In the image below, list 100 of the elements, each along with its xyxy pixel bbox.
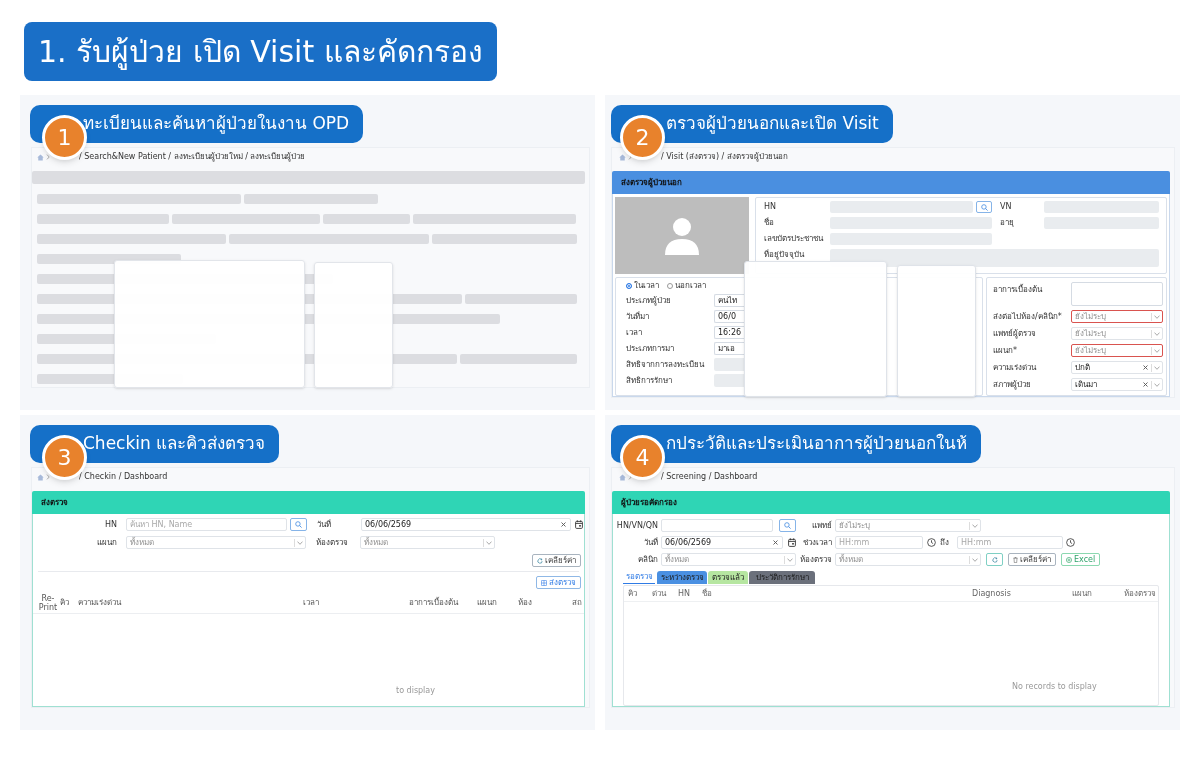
input-field[interactable]: ค้นหา HN, Name xyxy=(126,518,287,531)
chevron-icon xyxy=(46,474,50,480)
card-title: ส่งตรวจ xyxy=(41,497,68,508)
field-label: ประเภทผู้ป่วย xyxy=(626,295,672,306)
field-label: สิทธิการรักษา xyxy=(626,375,673,386)
page-title: 1. รับผู้ป่วย เปิด Visit และคัดกรอง xyxy=(24,22,497,81)
clear-icon xyxy=(1143,365,1148,370)
field-label: อายุ xyxy=(1000,218,1015,228)
clear-icon xyxy=(1143,382,1148,387)
empty-message: to display xyxy=(396,686,435,696)
refresh-icon xyxy=(991,556,998,563)
empty-message: No records to display xyxy=(1012,682,1097,692)
text-area[interactable] xyxy=(1071,282,1163,306)
home-icon xyxy=(37,473,44,481)
clear-button[interactable]: เคลียร์ค่า xyxy=(532,554,581,567)
home-icon xyxy=(619,153,626,161)
calendar-icon xyxy=(575,520,583,529)
column-header: ชื่อ xyxy=(701,588,713,599)
chevron-down-icon xyxy=(1154,365,1160,370)
field-label: แผนก* xyxy=(993,345,1018,356)
calendar-icon xyxy=(788,538,796,547)
plus-circle-icon xyxy=(1066,556,1072,563)
grid-icon xyxy=(541,579,547,586)
refresh-icon xyxy=(537,557,543,564)
field-label: แพทย์ผู้ตรวจ xyxy=(993,328,1037,339)
select-field[interactable]: ทั้งหมด xyxy=(835,553,981,566)
field-label: เลขบัตรประชาชน xyxy=(764,234,825,244)
field-label: ถึง xyxy=(940,537,950,548)
field-label: ช่วงเวลา xyxy=(802,537,833,548)
search-icon xyxy=(980,203,988,211)
field-label: VN xyxy=(1000,202,1013,212)
refresh-button[interactable] xyxy=(986,553,1003,566)
radio-label: นอกเวลา xyxy=(675,281,706,291)
radio-button[interactable] xyxy=(667,283,673,289)
field-label: อาการเบื้องต้น xyxy=(993,283,1044,295)
column-header: HN xyxy=(677,588,691,599)
chevron-down-icon xyxy=(972,523,978,528)
input-field[interactable] xyxy=(714,358,744,371)
chevron-down-icon xyxy=(1154,314,1160,319)
column-header: ห้อง xyxy=(518,597,533,608)
chevron-down-icon xyxy=(1154,382,1160,387)
person-icon xyxy=(662,216,702,255)
radio-label: ในเวลา xyxy=(634,281,659,291)
select-field[interactable]: ปกติ xyxy=(1071,361,1163,374)
input-field[interactable]: HH:mm xyxy=(957,536,1063,549)
card-title: ผู้ป่วยรอคัดกรอง xyxy=(621,497,677,508)
select-field[interactable]: เดินมา xyxy=(1071,378,1163,391)
field-label: ชื่อ xyxy=(764,218,775,228)
select-field[interactable]: ทั้งหมด xyxy=(661,553,796,566)
field-label: สิทธิจากการลงทะเบียน xyxy=(626,359,706,370)
chevron-icon xyxy=(628,154,632,160)
field-label: ประเภทการมา xyxy=(626,343,675,354)
search-icon xyxy=(295,521,302,528)
input-field[interactable]: 06/0 xyxy=(714,310,744,323)
input-field[interactable]: คนไท xyxy=(714,294,744,307)
column-header: แผนก xyxy=(477,597,498,608)
tab[interactable]: ตรวจแล้ว xyxy=(708,571,748,584)
field-label: ส่งต่อไปห้อง/คลินิก* xyxy=(993,311,1063,322)
tab[interactable]: ระหว่างตรวจ xyxy=(657,571,707,584)
column-header: สถ xyxy=(572,597,583,608)
select-field[interactable]: ยังไม่ระบุ xyxy=(1071,344,1163,357)
select-field[interactable]: ยังไม่ระบุ xyxy=(1071,310,1163,323)
search-button[interactable] xyxy=(779,519,796,532)
field-label: คลินิก xyxy=(637,554,659,565)
search-button[interactable] xyxy=(976,201,992,213)
date-field[interactable]: 06/06/2569 xyxy=(361,518,571,531)
select-field[interactable]: ทั้งหมด xyxy=(126,536,306,549)
clear-icon xyxy=(773,540,778,545)
column-header: อาการเบื้องต้น xyxy=(409,597,460,608)
home-icon xyxy=(37,153,44,161)
chevron-icon xyxy=(46,154,50,160)
text-area[interactable] xyxy=(830,249,1159,267)
search-icon xyxy=(784,522,791,529)
column-header: เวลา xyxy=(303,597,320,608)
field-label: HN xyxy=(764,202,777,212)
column-header: Re-Print xyxy=(37,593,59,612)
chevron-down-icon xyxy=(972,557,978,562)
column-header: ด่วน xyxy=(651,588,668,599)
radio-button[interactable] xyxy=(626,283,632,289)
clear-button[interactable]: เคลียร์ค่า xyxy=(1008,553,1056,566)
column-header: ความเร่งด่วน xyxy=(78,597,123,608)
input-field[interactable]: มาเอ xyxy=(714,342,744,355)
field-label: HN/VN/QN xyxy=(615,520,659,531)
date-field[interactable]: 06/06/2569 xyxy=(661,536,783,549)
column-header: คิว xyxy=(60,597,70,608)
input-field[interactable]: HH:mm xyxy=(835,536,923,549)
search-button[interactable] xyxy=(290,518,307,531)
tab[interactable]: รอตรวจ xyxy=(623,571,655,584)
chevron-icon xyxy=(628,474,632,480)
select-field[interactable]: ทั้งหมด xyxy=(360,536,495,549)
field-label: วันที่ xyxy=(643,537,659,548)
chevron-down-icon xyxy=(1154,348,1160,353)
clock-icon xyxy=(927,538,936,547)
input-field[interactable] xyxy=(661,519,773,532)
send-button[interactable]: ส่งตรวจ xyxy=(536,576,581,589)
input-field[interactable] xyxy=(714,374,744,387)
select-field[interactable]: ยังไม่ระบุ xyxy=(1071,327,1163,340)
field-label: ห้องตรวจ xyxy=(316,537,349,548)
input-field[interactable]: 16:26 xyxy=(714,326,744,339)
select-field[interactable]: ยังไม่ระบุ xyxy=(835,519,981,532)
